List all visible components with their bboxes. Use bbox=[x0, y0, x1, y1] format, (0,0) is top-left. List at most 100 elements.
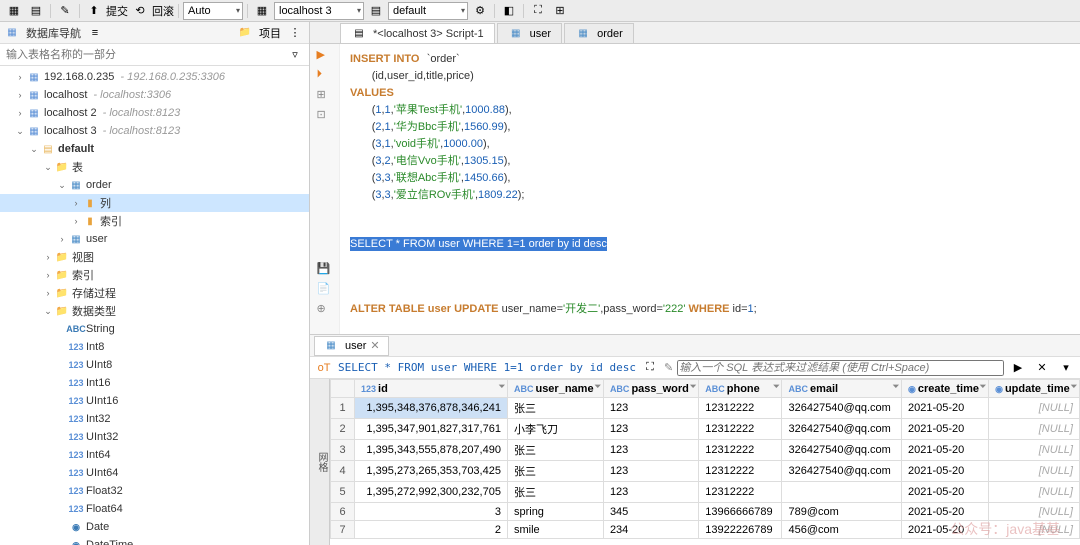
cell[interactable] bbox=[782, 482, 902, 503]
tree-item[interactable]: ⌄📁表 bbox=[0, 158, 309, 176]
run-script-icon[interactable]: ⏵ bbox=[317, 68, 333, 84]
cell[interactable]: 12312222 bbox=[699, 440, 782, 461]
tree-item[interactable]: 123UInt32 bbox=[0, 428, 309, 446]
twisty-icon[interactable]: ⌄ bbox=[56, 180, 68, 191]
cell[interactable]: 1,395,343,555,878,207,490 bbox=[355, 440, 508, 461]
cell[interactable]: 2021-05-20 bbox=[902, 398, 989, 419]
cell[interactable]: 2021-05-20 bbox=[902, 503, 989, 521]
cell[interactable]: 1,395,348,376,878,346,241 bbox=[355, 398, 508, 419]
tool-icon[interactable]: ▦ bbox=[4, 2, 24, 20]
filter-icon[interactable]: ▿ bbox=[285, 46, 305, 64]
twisty-icon[interactable]: › bbox=[70, 198, 82, 208]
settings-icon[interactable]: ⚙ bbox=[470, 2, 490, 20]
nav-menu-icon[interactable]: ⋮ bbox=[285, 24, 305, 42]
filter-icon[interactable]: ⏷ bbox=[499, 382, 505, 392]
tree-item[interactable]: ›📁视图 bbox=[0, 248, 309, 266]
filter-icon[interactable]: ⏷ bbox=[773, 382, 779, 392]
twisty-icon[interactable]: › bbox=[56, 234, 68, 244]
tab-script[interactable]: ▤*<localhost 3> Script-1 bbox=[340, 23, 495, 43]
cell[interactable]: 张三 bbox=[507, 482, 603, 503]
cell[interactable]: 123 bbox=[603, 398, 698, 419]
cell[interactable]: 13966666789 bbox=[699, 503, 782, 521]
row-number[interactable]: 6 bbox=[331, 503, 355, 521]
schema-combo[interactable]: default bbox=[388, 2, 468, 20]
cell[interactable]: spring bbox=[507, 503, 603, 521]
commit-icon[interactable]: ⬆ bbox=[84, 2, 104, 20]
twisty-icon[interactable]: › bbox=[42, 288, 54, 298]
filter-icon[interactable]: ⏷ bbox=[980, 382, 986, 392]
sql-editor[interactable]: INSERT INTO `order` (id,user_id,title,pr… bbox=[340, 44, 1080, 334]
tree-item[interactable]: 123Float32 bbox=[0, 482, 309, 500]
tree-item[interactable]: ⌄📁数据类型 bbox=[0, 302, 309, 320]
filter-icon[interactable]: ⏷ bbox=[690, 382, 696, 392]
table-row[interactable]: 63spring34513966666789789@com2021-05-20[… bbox=[331, 503, 1080, 521]
tool-icon[interactable]: ⊞ bbox=[550, 2, 570, 20]
column-header[interactable]: ABCpass_word⏷ bbox=[603, 380, 698, 398]
clear-icon[interactable]: ✕ bbox=[1032, 359, 1052, 377]
cell[interactable]: 3 bbox=[355, 503, 508, 521]
twisty-icon[interactable]: › bbox=[42, 252, 54, 262]
cell[interactable]: 326427540@qq.com bbox=[782, 419, 902, 440]
tree-item[interactable]: ◉DateTime bbox=[0, 536, 309, 545]
cell[interactable]: 123 bbox=[603, 419, 698, 440]
cell[interactable]: 2021-05-20 bbox=[902, 440, 989, 461]
tree-item[interactable]: 123Int8 bbox=[0, 338, 309, 356]
column-header[interactable]: ◉update_time⏷ bbox=[989, 380, 1080, 398]
cell[interactable]: 张三 bbox=[507, 440, 603, 461]
history-icon[interactable]: ▾ bbox=[1056, 359, 1076, 377]
tree-item[interactable]: ›▮列 bbox=[0, 194, 309, 212]
tree-filter-input[interactable] bbox=[4, 47, 285, 63]
cell[interactable]: 2021-05-20 bbox=[902, 482, 989, 503]
connection-combo[interactable]: localhost 3 bbox=[274, 2, 364, 20]
cell[interactable]: 12312222 bbox=[699, 482, 782, 503]
tree-item[interactable]: ABCString bbox=[0, 320, 309, 338]
tree-item[interactable]: ⌄▤default bbox=[0, 140, 309, 158]
query-icon[interactable]: oT bbox=[314, 359, 334, 377]
row-number[interactable]: 4 bbox=[331, 461, 355, 482]
cell[interactable]: 12312222 bbox=[699, 419, 782, 440]
cell[interactable]: 2021-05-20 bbox=[902, 461, 989, 482]
twisty-icon[interactable]: ⌄ bbox=[42, 306, 54, 317]
cell[interactable]: 326427540@qq.com bbox=[782, 398, 902, 419]
tree-item[interactable]: 123UInt16 bbox=[0, 392, 309, 410]
cell[interactable]: 12312222 bbox=[699, 398, 782, 419]
explain-icon[interactable]: ⊞ bbox=[317, 88, 333, 104]
run-icon[interactable]: ▶ bbox=[317, 48, 333, 64]
cell[interactable]: [NULL] bbox=[989, 440, 1080, 461]
twisty-icon[interactable]: › bbox=[14, 72, 26, 82]
tree-item[interactable]: 123Int64 bbox=[0, 446, 309, 464]
row-number[interactable]: 3 bbox=[331, 440, 355, 461]
tab-order[interactable]: ▦order bbox=[564, 23, 634, 43]
save-icon[interactable]: 💾 bbox=[317, 262, 333, 278]
cell[interactable]: 1,395,272,992,300,232,705 bbox=[355, 482, 508, 503]
table-row[interactable]: 21,395,347,901,827,317,761小李飞刀1231231222… bbox=[331, 419, 1080, 440]
tree-item[interactable]: ›📁存储过程 bbox=[0, 284, 309, 302]
row-number[interactable]: 2 bbox=[331, 419, 355, 440]
cell[interactable]: 13922226789 bbox=[699, 521, 782, 539]
db-tree[interactable]: ›▦192.168.0.235 - 192.168.0.235:3306 ›▦lo… bbox=[0, 66, 309, 545]
cell[interactable]: [NULL] bbox=[989, 419, 1080, 440]
tree-item[interactable]: 123Int32 bbox=[0, 410, 309, 428]
table-row[interactable]: 41,395,273,265,353,703,425张三123123122223… bbox=[331, 461, 1080, 482]
tree-item[interactable]: ›▦localhost 2 - localhost:8123 bbox=[0, 104, 309, 122]
twisty-icon[interactable]: ⌄ bbox=[14, 126, 26, 137]
expand-icon[interactable]: ⛶ bbox=[640, 359, 660, 377]
column-header[interactable]: ABCphone⏷ bbox=[699, 380, 782, 398]
tree-item[interactable]: ⌄▦order bbox=[0, 176, 309, 194]
row-number[interactable]: 1 bbox=[331, 398, 355, 419]
table-row[interactable]: 51,395,272,992,300,232,705张三123123122222… bbox=[331, 482, 1080, 503]
cell[interactable]: 123 bbox=[603, 440, 698, 461]
tool-icon[interactable]: ◧ bbox=[499, 2, 519, 20]
cell[interactable]: 456@com bbox=[782, 521, 902, 539]
twisty-icon[interactable]: ⌄ bbox=[42, 162, 54, 173]
twisty-icon[interactable]: › bbox=[70, 216, 82, 226]
tree-item[interactable]: 123UInt64 bbox=[0, 464, 309, 482]
stop-icon[interactable]: ⊡ bbox=[317, 108, 333, 124]
pin-icon[interactable]: ⊕ bbox=[317, 302, 333, 318]
column-header[interactable]: ABCemail⏷ bbox=[782, 380, 902, 398]
tree-item[interactable]: 123Int16 bbox=[0, 374, 309, 392]
tree-item[interactable]: ›▦192.168.0.235 - 192.168.0.235:3306 bbox=[0, 68, 309, 86]
tab-user[interactable]: ▦user bbox=[497, 23, 562, 43]
table-row[interactable]: 31,395,343,555,878,207,490张三123123122223… bbox=[331, 440, 1080, 461]
tree-item[interactable]: 123Float64 bbox=[0, 500, 309, 518]
